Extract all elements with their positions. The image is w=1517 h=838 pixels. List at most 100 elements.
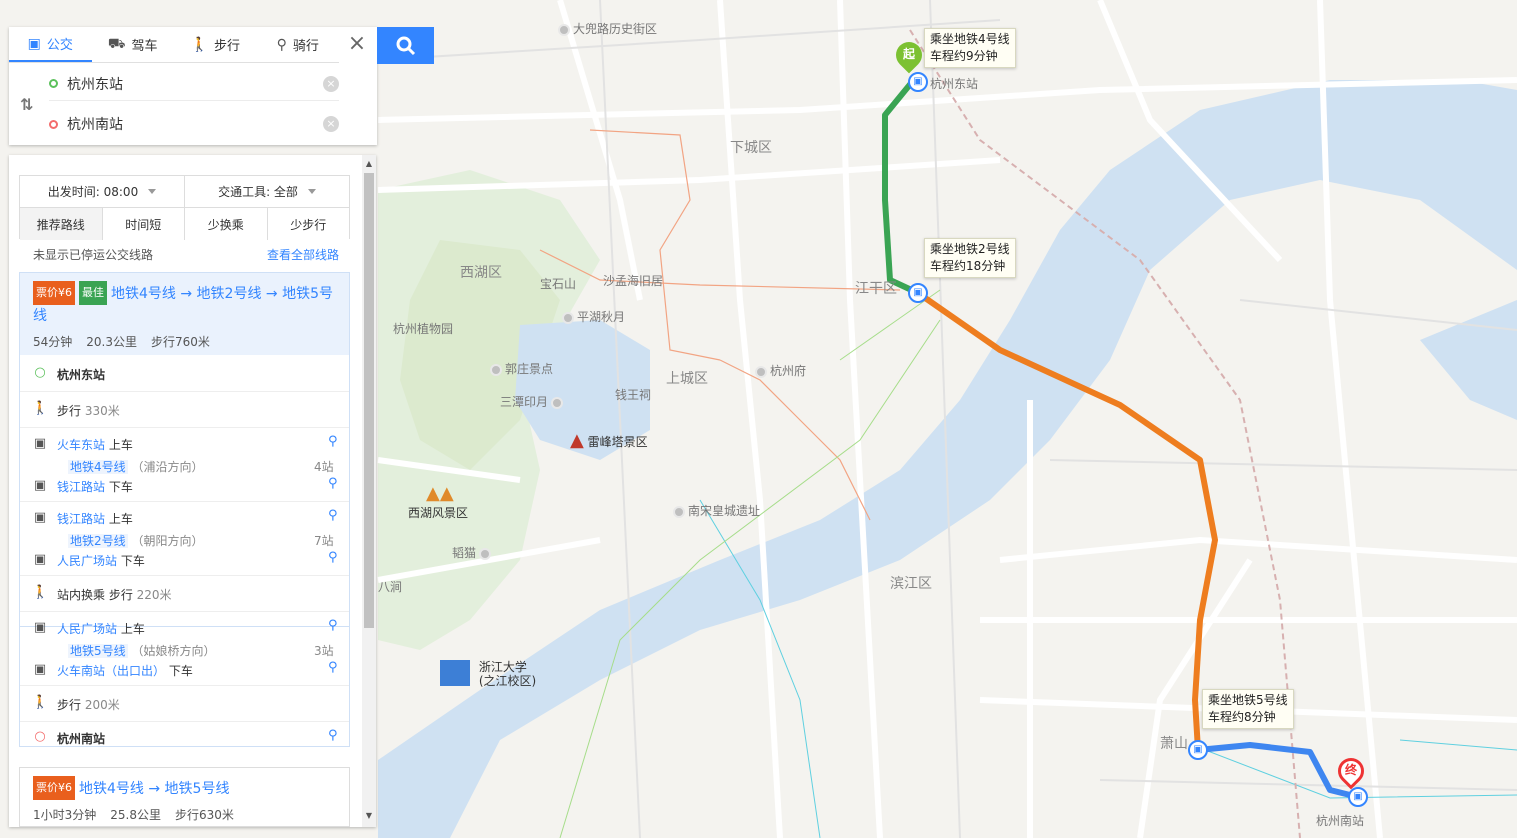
route-search-panel: ▣ 公交 ⛟ 驾车 🚶 步行 ⚲ 骑行 × ⇅ 杭州东站 × 杭州南站 × bbox=[9, 27, 377, 145]
clear-origin-icon[interactable]: × bbox=[323, 75, 339, 92]
origin-dot-icon: ○ bbox=[34, 365, 46, 380]
walk-icon: 🚶 bbox=[32, 695, 49, 710]
step-subway-leg: ▣ 火车东站 上车 ⚲ 地铁4号线 （浦沿方向） 4站 ▣ 钱江路站 下车 ⚲ bbox=[20, 427, 349, 501]
sort-recommended[interactable]: 推荐路线 bbox=[20, 208, 103, 240]
map-poi[interactable]: 沙孟海旧居 bbox=[603, 272, 663, 289]
step-subway-leg: ▣ 钱江路站 上车 ⚲ 地铁2号线 （朝阳方向） 7站 ▣ 人民广场站 下车 ⚲ bbox=[20, 501, 349, 575]
map-poi[interactable]: 八涧 bbox=[378, 578, 402, 595]
route-results-panel: 出发时间: 08:00 交通工具: 全部 推荐路线 时间短 少换乘 少步行 未显… bbox=[9, 155, 376, 827]
location-pin-icon[interactable]: ⚲ bbox=[328, 434, 338, 449]
location-pin-icon[interactable]: ⚲ bbox=[328, 618, 338, 633]
route-steps-continued: ▣ 人民广场站 上车 ⚲ 地铁5号线 （姑娘桥方向） 3站 ▣ 火车南站（出口出… bbox=[19, 611, 350, 747]
sort-less-walking[interactable]: 少步行 bbox=[267, 208, 349, 240]
map-poi[interactable]: 韬猫 bbox=[452, 544, 494, 561]
route-option[interactable]: 票价¥6 最佳 地铁4号线 → 地铁2号线 → 地铁5号线 54分钟 20.3公里 步行… bbox=[19, 272, 350, 627]
subway-icon: ▣ bbox=[33, 620, 47, 635]
tab-bus[interactable]: ▣ 公交 bbox=[9, 27, 92, 62]
step-subway-leg: ▣ 人民广场站 上车 ⚲ 地铁5号线 （姑娘桥方向） 3站 ▣ 火车南站（出口出… bbox=[20, 611, 349, 685]
location-pin-icon[interactable]: ⚲ bbox=[328, 508, 338, 523]
map-label-district: 上城区 bbox=[666, 371, 708, 387]
scroll-thumb[interactable] bbox=[364, 173, 374, 628]
location-pin-icon[interactable]: ⚲ bbox=[328, 728, 338, 743]
scroll-down-icon[interactable]: ▼ bbox=[362, 809, 376, 823]
subway-icon: ▣ bbox=[33, 436, 47, 451]
destination-field[interactable]: 杭州南站 × bbox=[49, 107, 339, 141]
map-poi[interactable]: 宝石山 bbox=[540, 275, 576, 292]
map-poi[interactable]: 三潭印月 bbox=[500, 393, 566, 410]
station-icon[interactable]: ▣ bbox=[1188, 740, 1208, 760]
map-poi[interactable]: ▲▲ 西湖风景区 bbox=[408, 483, 468, 521]
map-poi[interactable]: 钱王祠 bbox=[615, 386, 651, 403]
map-poi[interactable]: 杭州南站 bbox=[1316, 812, 1364, 829]
origin-dot-icon bbox=[49, 79, 58, 88]
station-icon[interactable]: ▣ bbox=[908, 72, 928, 92]
results-scrollbar[interactable]: ▲ ▼ bbox=[362, 155, 376, 827]
map-poi[interactable]: ▲ 雷峰塔景区 bbox=[570, 430, 648, 451]
location-pin-icon[interactable]: ⚲ bbox=[328, 550, 338, 565]
subway-icon: ▣ bbox=[33, 478, 47, 493]
map-label-district: 滨江区 bbox=[890, 576, 932, 592]
car-icon: ⛟ bbox=[107, 35, 126, 52]
walk-icon: 🚶 bbox=[32, 585, 49, 600]
clear-destination-icon[interactable]: × bbox=[323, 116, 339, 132]
depart-time-select[interactable]: 出发时间: 08:00 bbox=[20, 176, 185, 207]
transport-mode-tabs: ▣ 公交 ⛟ 驾车 🚶 步行 ⚲ 骑行 bbox=[9, 27, 339, 63]
swap-icon[interactable]: ⇅ bbox=[20, 95, 33, 114]
best-badge: 最佳 bbox=[79, 281, 107, 305]
start-marker[interactable]: 起 bbox=[890, 36, 928, 76]
map-label-district: 江干区 bbox=[855, 281, 897, 297]
chevron-down-icon bbox=[307, 189, 316, 194]
tab-walk[interactable]: 🚶 步行 bbox=[174, 27, 257, 62]
see-all-lines-link[interactable]: 查看全部线路 bbox=[267, 246, 339, 263]
location-pin-icon[interactable]: ⚲ bbox=[328, 660, 338, 675]
map-poi[interactable]: 郭庄景点 bbox=[490, 360, 553, 377]
step-transfer: 🚶 站内换乘 步行 220米 bbox=[20, 575, 349, 611]
close-icon[interactable]: × bbox=[345, 33, 369, 57]
location-pin-icon[interactable]: ⚲ bbox=[328, 476, 338, 491]
sort-fewer-transfers[interactable]: 少换乘 bbox=[185, 208, 268, 240]
route-meta: 54分钟 20.3公里 步行760米 bbox=[33, 335, 210, 349]
chevron-down-icon bbox=[148, 189, 157, 194]
route-title[interactable]: 票价¥6 最佳 地铁4号线 → 地铁2号线 → 地铁5号线 bbox=[33, 281, 336, 327]
search-icon bbox=[396, 36, 415, 55]
station-icon[interactable]: ▣ bbox=[1348, 787, 1368, 807]
subway-icon: ▣ bbox=[33, 552, 47, 567]
search-button[interactable] bbox=[377, 27, 434, 64]
map-poi[interactable]: 杭州植物园 bbox=[393, 320, 453, 337]
step-walk: 🚶 步行 330米 bbox=[20, 391, 349, 427]
sort-shortest-time[interactable]: 时间短 bbox=[102, 208, 185, 240]
walk-icon: 🚶 bbox=[190, 36, 208, 53]
step-end: ○ 杭州南站 ⚲ bbox=[20, 721, 349, 747]
price-badge: 票价¥6 bbox=[33, 776, 75, 800]
scroll-up-icon[interactable]: ▲ bbox=[362, 157, 376, 171]
map-poi[interactable]: 杭州府 bbox=[755, 362, 806, 379]
walk-icon: 🚶 bbox=[32, 401, 49, 416]
map-label-district: 下城区 bbox=[730, 140, 772, 156]
route-callout-line2: 乘坐地铁2号线 车程约18分钟 bbox=[924, 238, 1016, 278]
transport-select[interactable]: 交通工具: 全部 bbox=[185, 176, 349, 207]
route-option[interactable]: 票价¥6 地铁4号线 → 地铁5号线 1小时3分钟 25.8公里 步行630米 bbox=[19, 767, 350, 827]
tab-bike[interactable]: ⚲ 骑行 bbox=[257, 27, 340, 62]
route-filters: 出发时间: 08:00 交通工具: 全部 推荐路线 时间短 少换乘 少步行 bbox=[19, 175, 350, 240]
bike-icon: ⚲ bbox=[276, 36, 287, 53]
map-poi[interactable]: 南宋皇城遗址 bbox=[673, 502, 760, 519]
station-icon[interactable]: ▣ bbox=[908, 283, 928, 303]
origin-field[interactable]: 杭州东站 × bbox=[49, 67, 339, 101]
map-poi[interactable]: 平湖秋月 bbox=[562, 308, 625, 325]
map-label-district: 西湖区 bbox=[460, 265, 502, 281]
price-badge: 票价¥6 bbox=[33, 281, 75, 305]
route-callout-line4: 乘坐地铁4号线 车程约9分钟 bbox=[924, 28, 1016, 68]
map-poi[interactable]: 杭州东站 bbox=[930, 75, 978, 92]
route-title[interactable]: 票价¥6 地铁4号线 → 地铁5号线 bbox=[33, 776, 336, 800]
destination-dot-icon bbox=[49, 119, 58, 129]
subway-icon: ▣ bbox=[33, 510, 47, 525]
map-label-district: 萧山 bbox=[1160, 736, 1188, 752]
map-poi[interactable]: 大兜路历史街区 bbox=[558, 20, 657, 37]
map-poi[interactable]: 浙江大学 (之江校区) bbox=[440, 660, 536, 688]
university-icon bbox=[440, 660, 470, 686]
step-start: ○ 杭州东站 bbox=[20, 365, 349, 391]
subway-icon: ▣ bbox=[33, 662, 47, 677]
destination-dot-icon: ○ bbox=[34, 729, 46, 744]
hidden-lines-note: 未显示已停运公交线路 bbox=[33, 248, 154, 262]
tab-drive[interactable]: ⛟ 驾车 bbox=[92, 27, 175, 62]
